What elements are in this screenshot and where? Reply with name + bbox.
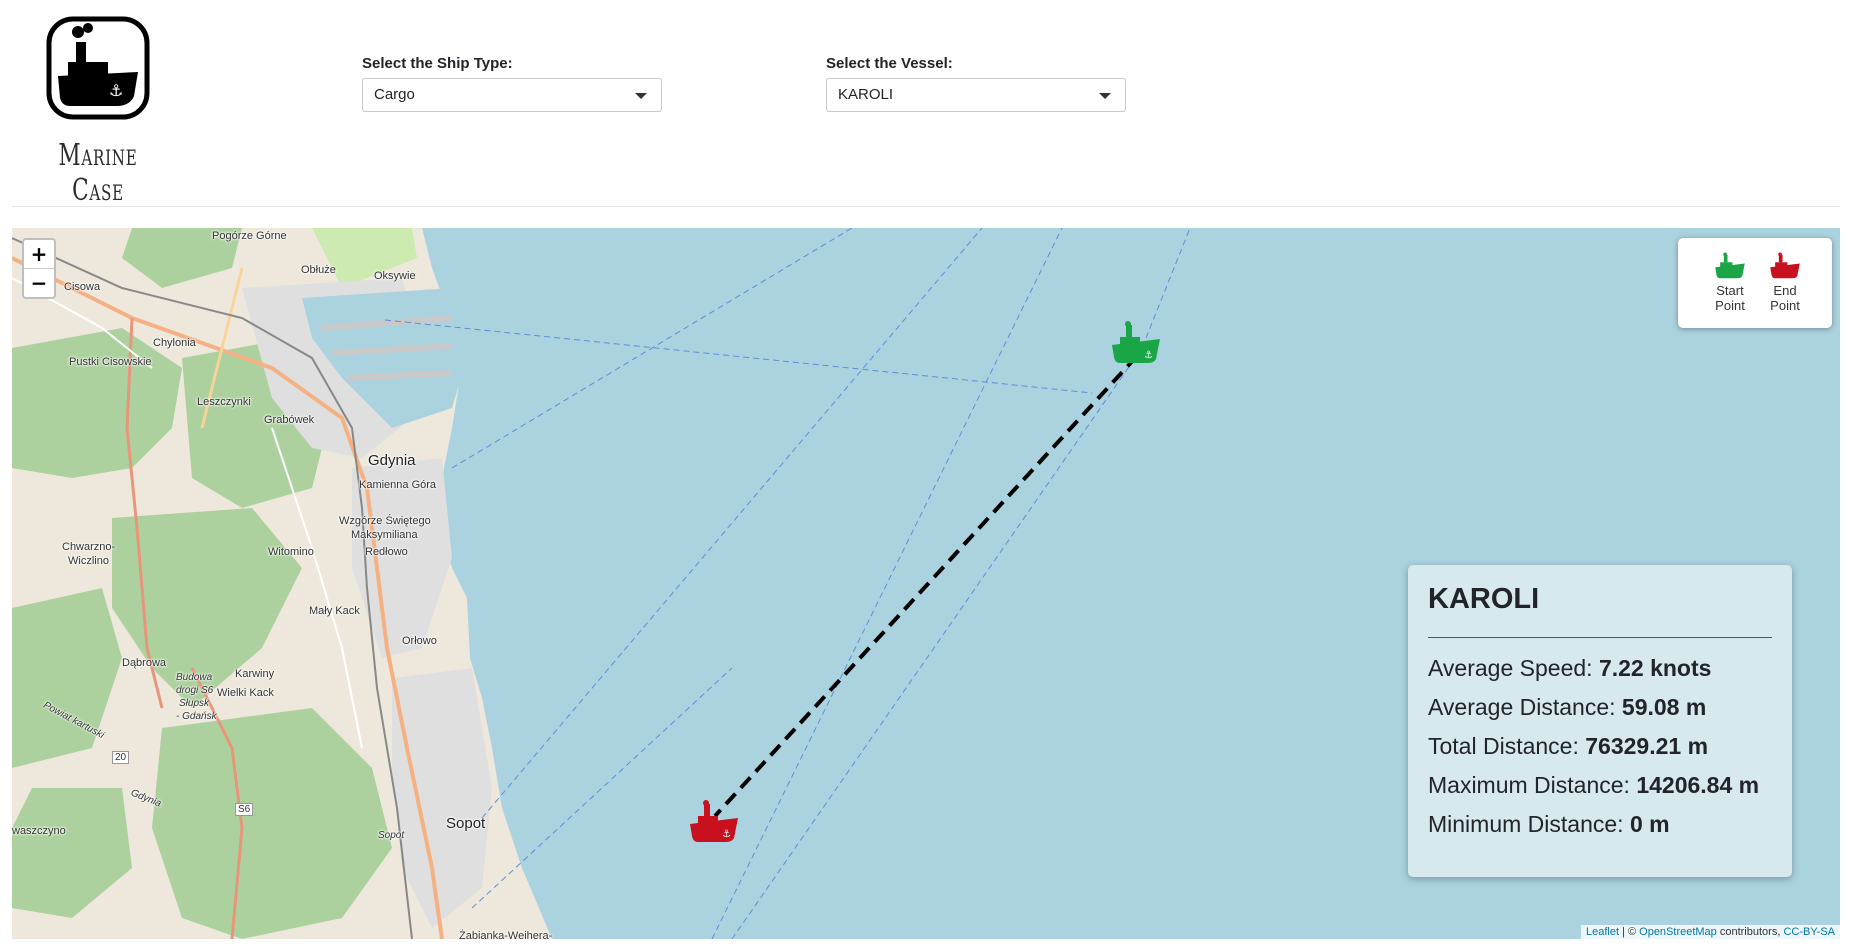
place-label: waszczyno [12,825,66,837]
stat-label: Total Distance: [1428,733,1586,759]
legend-start-line1: Start [1716,283,1744,298]
stat-minimum-distance: Minimum Distance: 0 m [1428,811,1670,838]
osm-link[interactable]: OpenStreetMap [1639,926,1717,938]
legend-end-line2: Point [1770,298,1800,313]
place-label: Żabianka-Wejhera- [459,930,553,939]
zoom-in-button[interactable]: + [24,240,54,268]
legend-end: End Point [1755,252,1815,313]
svg-text:⚓: ⚓ [109,81,123,100]
vessel-info-panel: KAROLI Average Speed: 7.22 knots Average… [1408,565,1792,877]
ship-type-value: Cargo [374,86,415,103]
legend-start: Start Point [1700,252,1760,313]
stat-label: Maximum Distance: [1428,772,1637,798]
stat-label: Average Distance: [1428,694,1622,720]
place-label: Oksywie [374,270,416,282]
place-label: Wiczlino [68,555,109,567]
place-label: Kamienna Góra [359,479,437,491]
stat-average-speed: Average Speed: 7.22 knots [1428,655,1711,682]
zoom-out-button[interactable]: − [24,268,54,297]
vessel-name: KAROLI [1428,583,1540,615]
map[interactable]: Pogórze Górne Obłuże Oksywie Cisowa Chyl… [12,228,1840,939]
attribution-contrib: contributors, [1716,926,1784,938]
legend-end-line1: End [1773,283,1797,298]
place-label: Wielki Kack [217,687,274,699]
header: ⚓ Marine Case Select the Ship Type: Carg… [0,0,1851,208]
stat-average-distance: Average Distance: 59.08 m [1428,694,1706,721]
place-label: Cisowa [64,281,101,293]
place-label: Pogórze Górne [212,230,287,242]
vessel-label: Select the Vessel: [826,55,953,72]
zoom-control: + − [22,238,56,299]
license-link[interactable]: CC-BY-SA [1783,926,1835,938]
stat-label: Average Speed: [1428,655,1599,681]
map-attribution: Leaflet | © OpenStreetMap contributors, … [1580,925,1840,939]
place-label: - Gdańsk [176,711,217,722]
place-label: Chwarzno- [62,541,116,553]
city-label: Sopot [446,815,486,832]
header-divider [12,206,1840,207]
brand-name: Marine Case [58,138,138,208]
place-label: Chylonia [153,337,196,349]
stat-label: Minimum Distance: [1428,811,1630,837]
place-label: Wzgórze Świętego [339,515,431,527]
ship-type-select[interactable]: Cargo [362,78,662,112]
stat-total-distance: Total Distance: 76329.21 m [1428,733,1708,760]
attribution-sep: | © [1619,926,1640,938]
place-label: Witomino [268,546,314,558]
ship-type-label: Select the Ship Type: [362,55,513,72]
chevron-down-icon [1099,93,1111,99]
ship-logo-icon: ⚓ [46,16,150,120]
place-label: drogi S6 [176,685,214,696]
chevron-down-icon [635,93,647,99]
ship-end-icon [1770,252,1800,279]
svg-text:⚓: ⚓ [1144,350,1153,361]
place-label: Obłuże [301,264,336,276]
road-shield: 20 [112,751,130,764]
place-label: Dąbrowa [122,657,167,669]
legend-start-line2: Point [1715,298,1745,313]
ship-end-icon[interactable]: ⚓ [688,800,740,844]
place-label: Karwiny [235,668,275,680]
ship-start-icon [1715,252,1745,279]
stat-value: 0 m [1629,811,1670,837]
stat-value: 76329.21 m [1585,733,1709,759]
city-label: Gdynia [368,452,416,469]
vessel-value: KAROLI [838,86,894,103]
place-label: Grabówek [264,414,315,426]
place-label: Sopot [378,830,405,841]
info-divider [1428,637,1772,638]
stat-value: 14206.84 m [1636,772,1760,798]
place-label: Mały Kack [309,605,360,617]
svg-text:⚓: ⚓ [722,829,731,840]
place-label: Pustki Cisowskie [69,356,152,368]
vessel-select[interactable]: KAROLI [826,78,1126,112]
stat-value: 59.08 m [1621,694,1707,720]
stat-value: 7.22 knots [1598,655,1712,681]
place-label: Budowa [176,672,213,683]
place-label: Leszczynki [197,396,251,408]
place-label: Orłowo [402,635,437,647]
map-legend: Start Point End Point [1678,238,1832,328]
stat-maximum-distance: Maximum Distance: 14206.84 m [1428,772,1759,799]
place-label: Maksymiliana [351,529,418,541]
place-label: Słupsk [179,698,210,709]
ship-start-icon[interactable]: ⚓ [1110,321,1162,365]
leaflet-link[interactable]: Leaflet [1586,926,1619,938]
place-label: Redłowo [365,546,408,558]
road-shield: S6 [235,803,254,816]
